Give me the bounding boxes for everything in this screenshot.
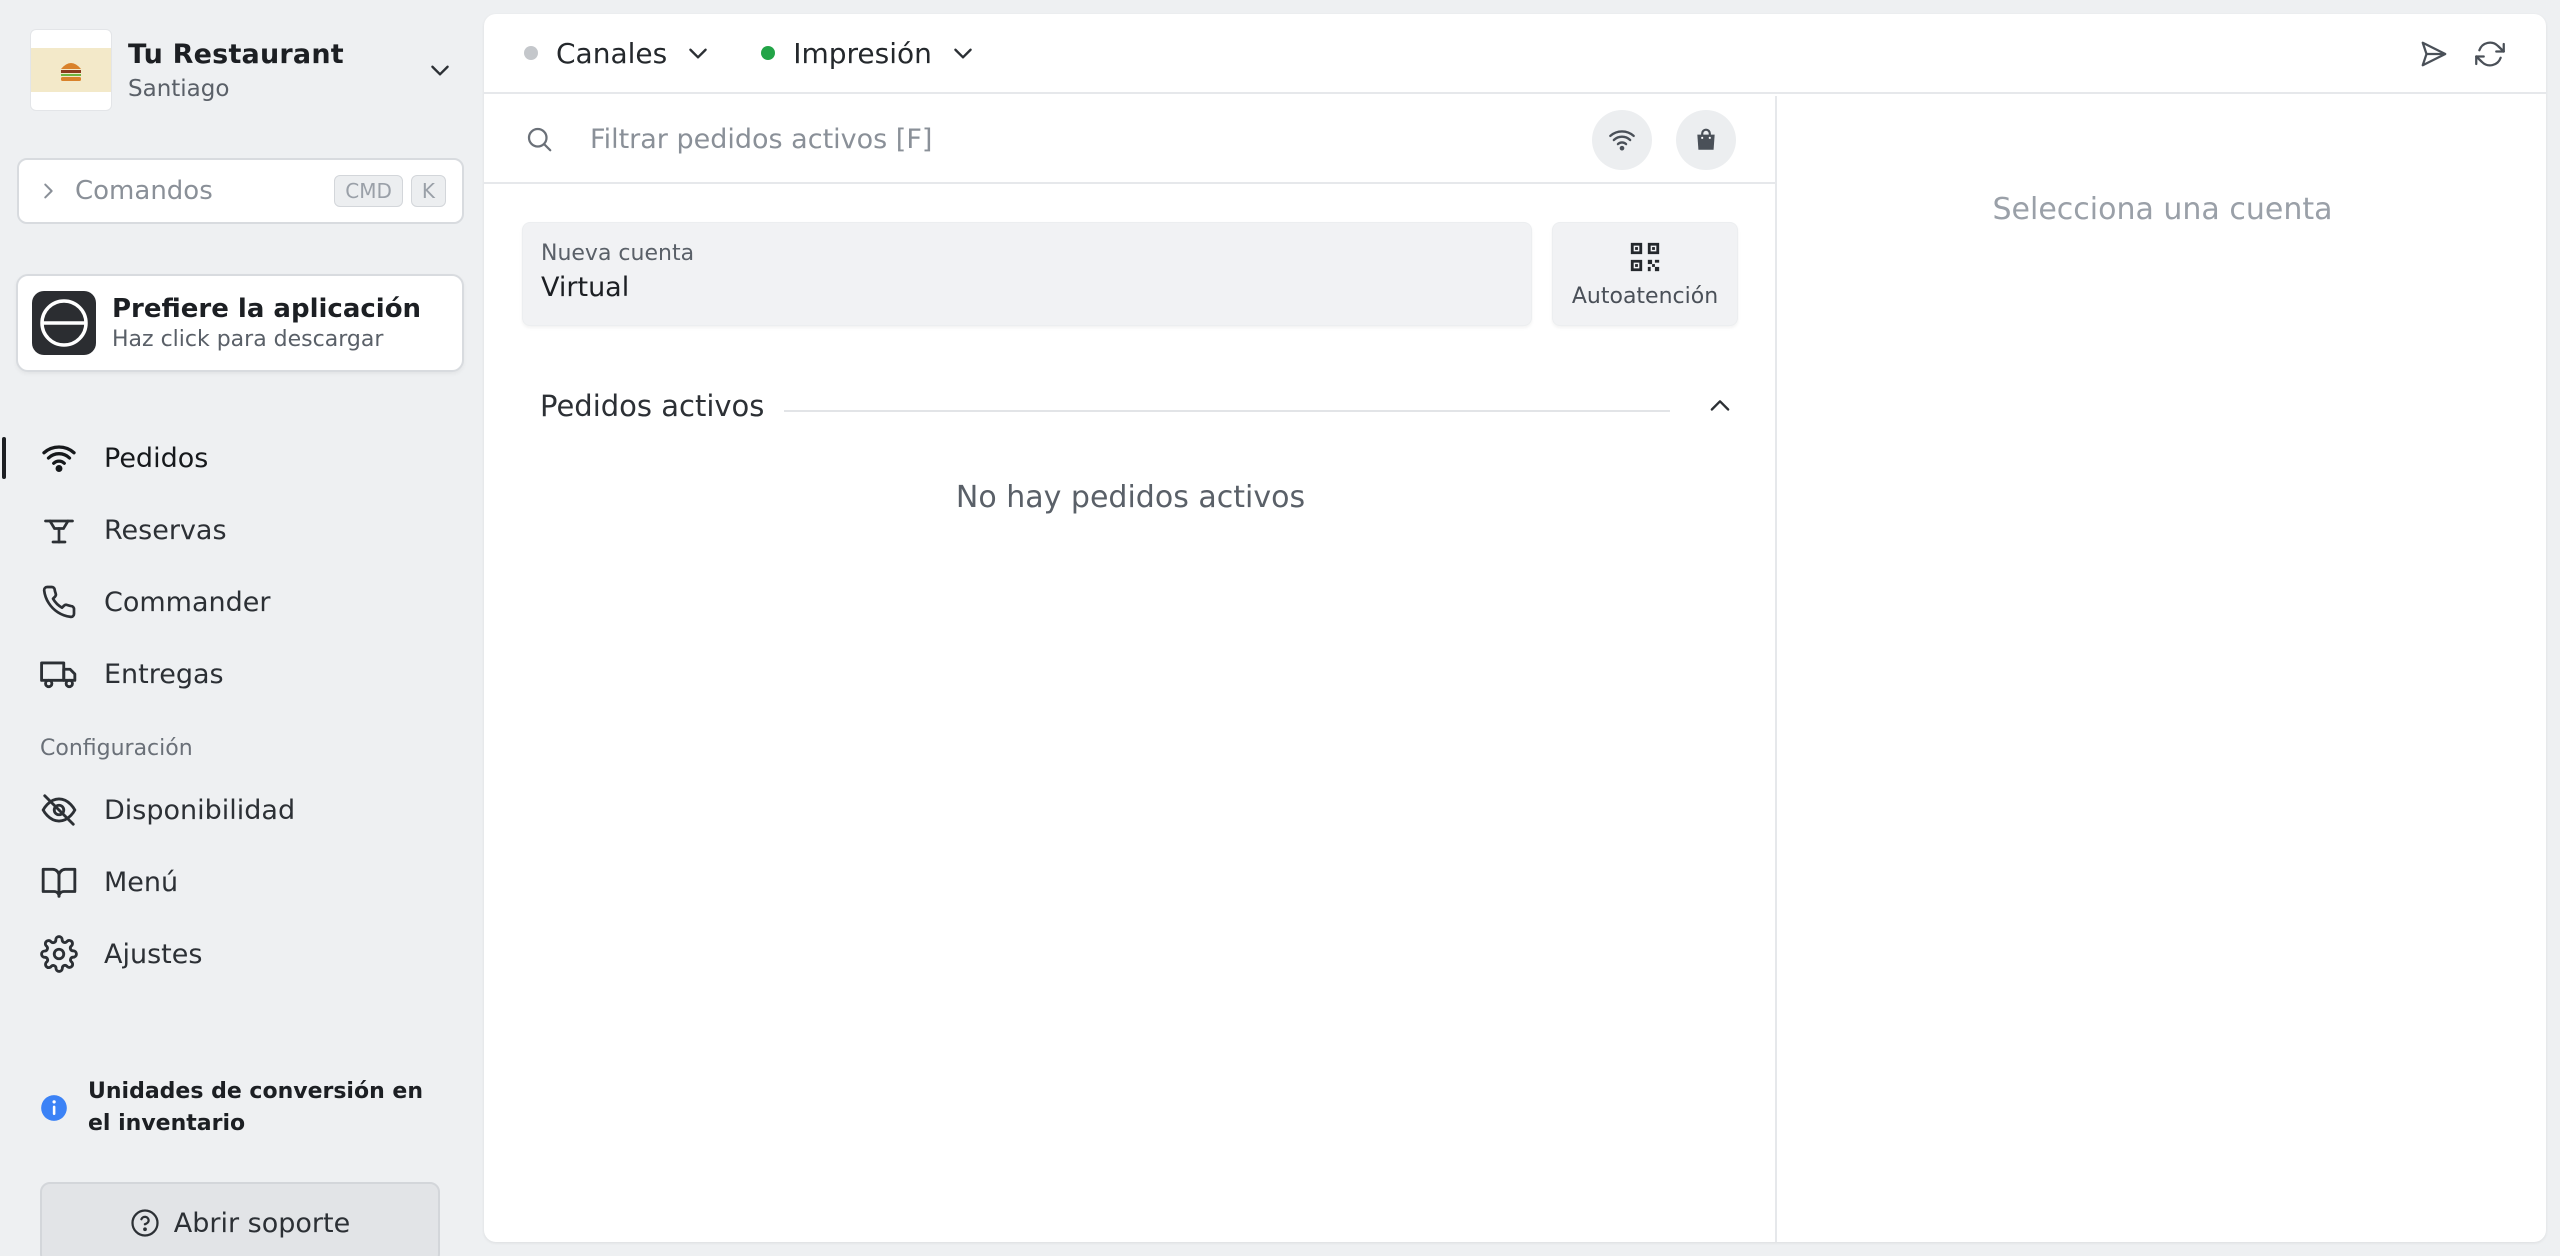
nav-item-label: Entregas <box>104 658 224 690</box>
channels-label: Canales <box>556 36 668 70</box>
download-app-subtitle: Haz click para descargar <box>112 327 384 352</box>
active-orders-empty-state: No hay pedidos activos <box>955 480 1306 515</box>
download-app-banner[interactable]: Prefiere la aplicación Haz click para de… <box>16 274 464 372</box>
gear-icon <box>38 933 80 975</box>
open-support-label: Abrir soporte <box>173 1207 351 1239</box>
wifi-icon <box>1608 126 1636 154</box>
nav-item-label: Ajustes <box>104 938 203 970</box>
search-icon <box>524 124 554 154</box>
nav-item-label: Menú <box>104 866 179 898</box>
order-search-input[interactable] <box>590 123 1490 155</box>
config-section-label: Configuración <box>40 736 193 761</box>
restaurant-logo <box>30 29 112 111</box>
chevron-right-icon <box>37 180 59 202</box>
chevron-down-icon[interactable] <box>420 50 460 90</box>
nav-item-reservas[interactable]: Reservas <box>0 499 482 561</box>
section-divider <box>784 410 1670 412</box>
nav-item-menu[interactable]: Menú <box>0 851 482 913</box>
channels-dropdown[interactable]: Canales <box>524 37 711 70</box>
self-service-button[interactable]: Autoatención <box>1552 222 1738 326</box>
command-palette-button[interactable]: Comandos CMD K <box>17 158 464 224</box>
nav-item-pedidos[interactable]: Pedidos <box>0 427 482 489</box>
shortcut-key: K <box>410 175 446 207</box>
chevron-down-icon <box>950 40 976 66</box>
info-icon <box>40 1094 68 1122</box>
new-account-button[interactable]: Nueva cuenta Virtual <box>522 222 1532 326</box>
takeaway-filter-button[interactable] <box>1676 110 1736 170</box>
wifi-icon <box>38 437 80 479</box>
new-account-type: Virtual <box>541 272 630 303</box>
select-account-placeholder: Selecciona una cuenta <box>1992 192 2333 227</box>
new-account-caption: Nueva cuenta <box>541 241 695 266</box>
restaurant-name: Tu Restaurant <box>128 38 344 70</box>
nav-item-label: Commander <box>104 586 271 618</box>
top-bar: Canales Impresión <box>484 14 2546 94</box>
restaurant-switcher[interactable]: Tu Restaurant Santiago <box>30 28 460 112</box>
channels-status-dot <box>524 46 538 60</box>
chevron-down-icon <box>685 40 711 66</box>
active-orders-header: Pedidos activos <box>540 386 1740 426</box>
nav-item-commander[interactable]: Commander <box>0 571 482 633</box>
nav-item-label: Disponibilidad <box>104 794 296 826</box>
nav-item-disponibilidad[interactable]: Disponibilidad <box>0 779 482 841</box>
active-orders-title: Pedidos activos <box>540 389 765 423</box>
restaurant-city: Santiago <box>128 75 230 102</box>
sidebar: Tu Restaurant Santiago Comandos CMD K Pr… <box>0 0 482 1256</box>
app-logo-icon <box>32 291 96 355</box>
book-icon <box>38 861 80 903</box>
nav-item-label: Pedidos <box>104 442 209 474</box>
self-service-label: Autoatención <box>1571 283 1719 309</box>
shortcut-modifier-key: CMD <box>334 175 403 207</box>
inventory-notice-text: Unidades de conversión en el inventario <box>88 1079 423 1136</box>
printing-label: Impresión <box>793 36 932 70</box>
help-circle-icon <box>130 1208 160 1238</box>
orders-pane: Nueva cuenta Virtual Autoatención Pedido… <box>484 96 1777 1242</box>
qr-code-icon <box>1628 240 1662 274</box>
nav-item-label: Reservas <box>104 514 227 546</box>
inventory-notice[interactable]: Unidades de conversión en el inventario <box>40 1076 460 1140</box>
eye-off-icon <box>38 789 80 831</box>
burger-logo-icon <box>61 63 81 81</box>
nav-item-ajustes[interactable]: Ajustes <box>0 923 482 985</box>
printing-dropdown[interactable]: Impresión <box>761 37 976 70</box>
order-search-bar <box>484 96 1775 184</box>
nav-item-entregas[interactable]: Entregas <box>0 643 482 705</box>
command-palette-label: Comandos <box>75 176 213 206</box>
printing-status-dot <box>761 46 776 60</box>
download-app-title: Prefiere la aplicación <box>112 294 422 324</box>
shopping-bag-icon <box>1693 127 1719 153</box>
refresh-icon[interactable] <box>2470 34 2510 74</box>
send-icon[interactable] <box>2414 34 2454 74</box>
phone-icon <box>38 581 80 623</box>
account-detail-pane: Selecciona una cuenta <box>1779 96 2546 1242</box>
table-icon <box>38 509 80 551</box>
main-panel: Canales Impresión Filtrar pedidos activo… <box>484 14 2546 1242</box>
open-support-button[interactable]: Abrir soporte <box>40 1182 440 1256</box>
chevron-up-icon[interactable] <box>1700 386 1740 426</box>
truck-icon <box>38 653 80 695</box>
online-orders-filter-button[interactable] <box>1592 110 1652 170</box>
